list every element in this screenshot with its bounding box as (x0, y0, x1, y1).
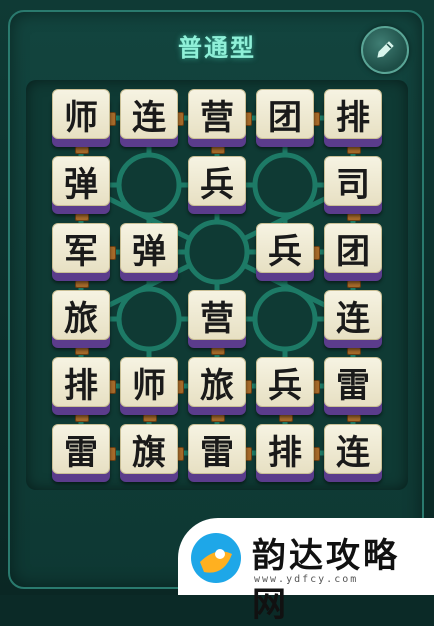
tile-connector (347, 213, 361, 221)
tile-connector (211, 414, 225, 422)
site-watermark: 韵达攻略网 www.ydfcy.com (178, 518, 434, 625)
chess-piece[interactable]: 旅 (188, 357, 246, 415)
chess-piece-label: 兵 (256, 357, 314, 407)
game-screen: 普通型 师连营团排弹兵司军弹兵团旅营连排师旅兵雷雷旗雷排连 韵达攻略网 www.… (0, 0, 434, 625)
chess-piece[interactable]: 兵 (188, 156, 246, 214)
chess-piece-label: 连 (120, 89, 178, 139)
tile-connector (75, 280, 89, 288)
chess-piece-label: 弹 (120, 223, 178, 273)
tile-connector (143, 414, 157, 422)
chess-piece[interactable]: 兵 (256, 223, 314, 281)
chess-piece-label: 排 (256, 424, 314, 474)
chess-piece[interactable]: 排 (256, 424, 314, 482)
chess-piece-label: 排 (52, 357, 110, 407)
pencil-icon (377, 41, 394, 58)
chess-piece-label: 军 (52, 223, 110, 273)
chess-piece[interactable]: 旅 (52, 290, 110, 348)
camp-circle[interactable] (116, 152, 182, 218)
tile-connector (347, 146, 361, 154)
chess-piece[interactable]: 雷 (52, 424, 110, 482)
chess-piece[interactable]: 雷 (188, 424, 246, 482)
chess-piece[interactable]: 连 (324, 424, 382, 482)
chess-piece[interactable]: 兵 (256, 357, 314, 415)
chess-piece-label: 旗 (120, 424, 178, 474)
camp-circle[interactable] (252, 286, 318, 352)
chess-piece-label: 团 (324, 223, 382, 273)
chess-piece[interactable]: 连 (120, 89, 178, 147)
tile-connector (75, 146, 89, 154)
chess-piece-label: 排 (324, 89, 382, 139)
chess-piece-label: 连 (324, 424, 382, 474)
camp-circle[interactable] (116, 286, 182, 352)
chess-piece-label: 团 (256, 89, 314, 139)
chess-piece[interactable]: 排 (52, 357, 110, 415)
chess-piece[interactable]: 旗 (120, 424, 178, 482)
chess-piece[interactable]: 营 (188, 89, 246, 147)
tile-connector (75, 347, 89, 355)
tile-connector (347, 280, 361, 288)
chess-piece-label: 雷 (188, 424, 246, 474)
chess-piece[interactable]: 司 (324, 156, 382, 214)
chess-piece-label: 旅 (188, 357, 246, 407)
chess-piece-label: 司 (324, 156, 382, 206)
tile-connector (347, 347, 361, 355)
chess-piece-label: 营 (188, 290, 246, 340)
chess-piece[interactable]: 弹 (120, 223, 178, 281)
chess-piece-label: 雷 (324, 357, 382, 407)
chess-piece-label: 营 (188, 89, 246, 139)
camp-circle[interactable] (252, 152, 318, 218)
chess-piece-label: 师 (52, 89, 110, 139)
tile-connector (347, 414, 361, 422)
chess-piece-label: 雷 (52, 424, 110, 474)
chess-piece[interactable]: 弹 (52, 156, 110, 214)
camp-circle[interactable] (184, 219, 250, 285)
site-url: www.ydfcy.com (254, 574, 359, 585)
tile-connector (75, 414, 89, 422)
edit-button[interactable] (361, 26, 409, 74)
chess-piece[interactable]: 雷 (324, 357, 382, 415)
chess-piece[interactable]: 团 (256, 89, 314, 147)
chess-piece-label: 师 (120, 357, 178, 407)
chess-piece-label: 兵 (256, 223, 314, 273)
chess-piece[interactable]: 连 (324, 290, 382, 348)
tile-connector (211, 146, 225, 154)
chess-piece[interactable]: 师 (120, 357, 178, 415)
chess-piece[interactable]: 师 (52, 89, 110, 147)
site-logo (191, 533, 241, 583)
tile-connector (279, 414, 293, 422)
chess-piece-label: 连 (324, 290, 382, 340)
chess-piece-label: 旅 (52, 290, 110, 340)
chess-piece[interactable]: 营 (188, 290, 246, 348)
chess-piece[interactable]: 排 (324, 89, 382, 147)
tile-connector (75, 213, 89, 221)
tile-connector (211, 347, 225, 355)
chess-piece[interactable]: 团 (324, 223, 382, 281)
chess-piece[interactable]: 军 (52, 223, 110, 281)
game-board: 师连营团排弹兵司军弹兵团旅营连排师旅兵雷雷旗雷排连 (26, 80, 408, 490)
chess-piece-label: 兵 (188, 156, 246, 206)
chess-piece-label: 弹 (52, 156, 110, 206)
